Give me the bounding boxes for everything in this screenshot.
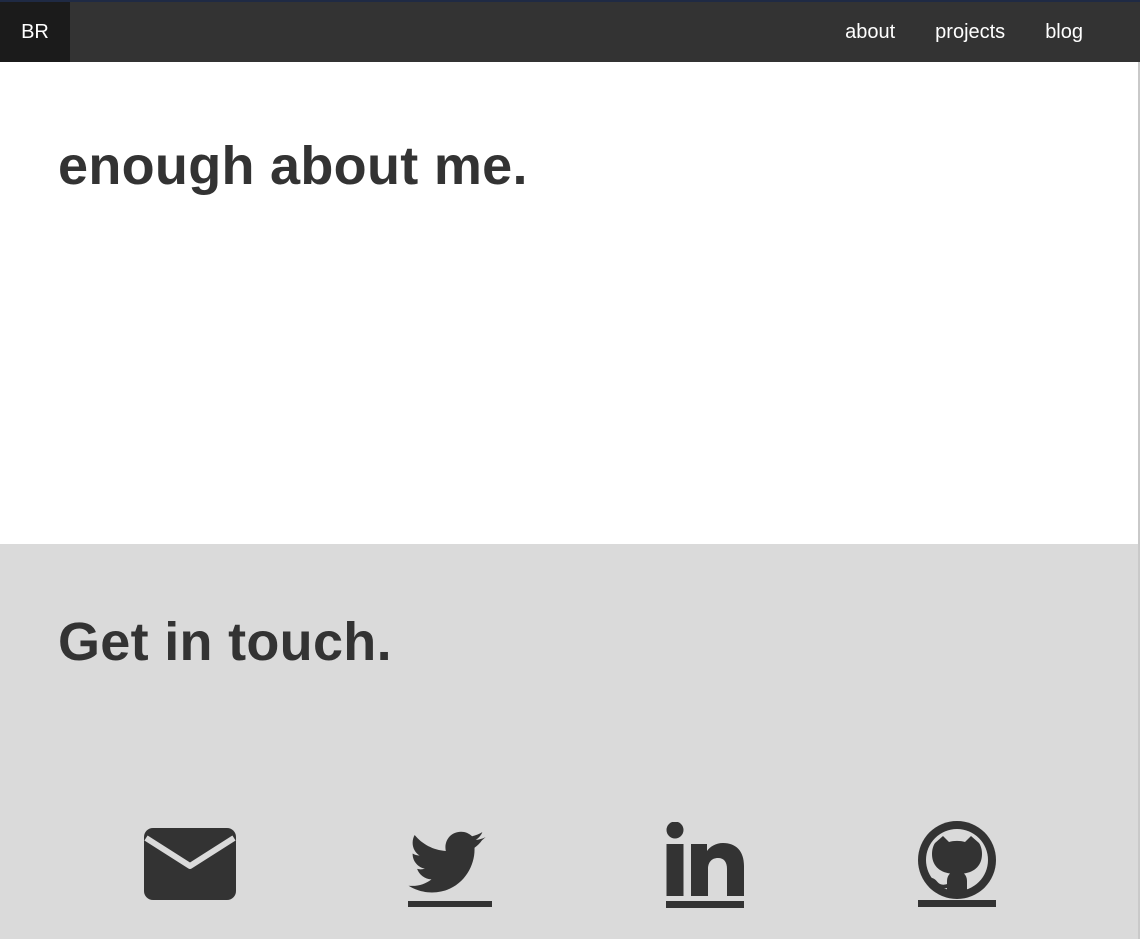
brand-logo[interactable]: BR (0, 2, 70, 62)
contact-heading: Get in touch. (58, 612, 392, 672)
linkedin-link[interactable] (666, 822, 744, 908)
contact-section: Get in touch. (0, 544, 1138, 939)
navbar: BR about projects blog (0, 2, 1140, 62)
about-heading: enough about me. (58, 136, 528, 196)
github-icon (918, 821, 996, 907)
twitter-link[interactable] (408, 827, 494, 907)
linkedin-icon (666, 822, 744, 908)
email-link[interactable] (144, 828, 236, 900)
envelope-icon (144, 828, 236, 900)
twitter-icon (408, 831, 492, 907)
github-link[interactable] (918, 821, 996, 907)
about-section: enough about me. (0, 62, 1138, 544)
nav-link-projects[interactable]: projects (915, 2, 1025, 62)
nav-link-blog[interactable]: blog (1025, 2, 1103, 62)
nav-link-about[interactable]: about (825, 2, 915, 62)
nav-links: about projects blog (825, 2, 1103, 62)
